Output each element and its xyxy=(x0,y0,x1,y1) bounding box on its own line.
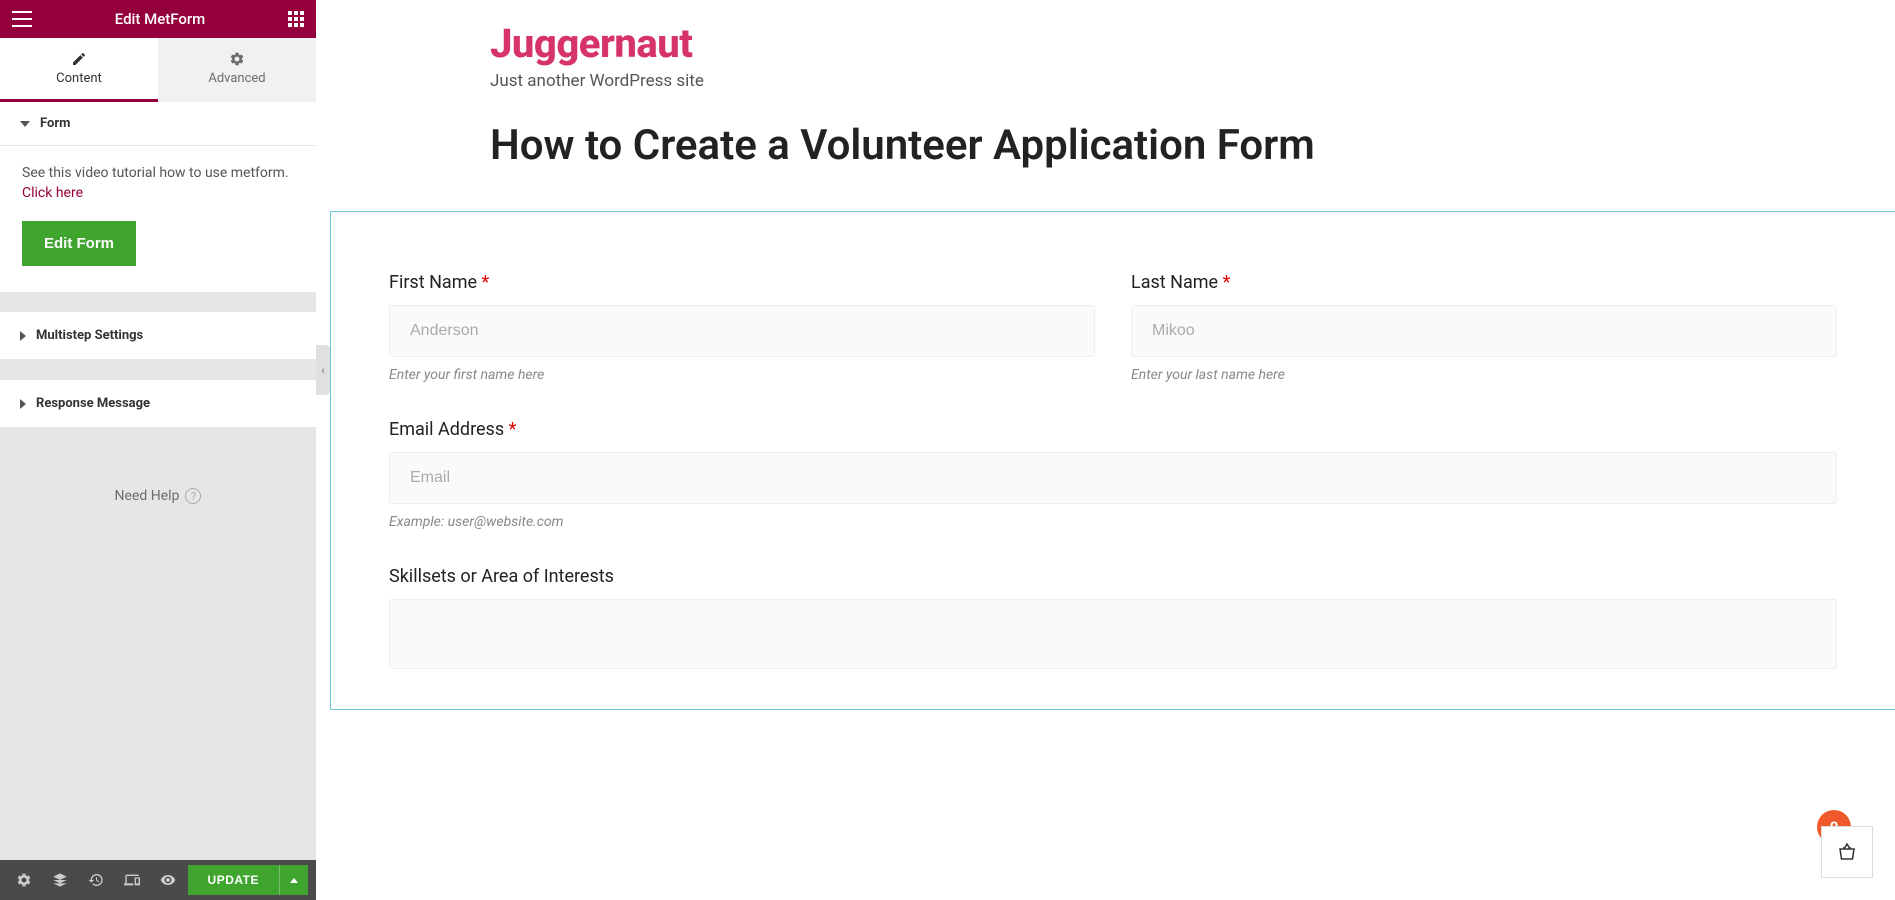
last-name-label: Last Name * xyxy=(1131,272,1837,293)
collapse-sidebar-handle[interactable]: ‹ xyxy=(316,345,330,395)
layers-icon xyxy=(52,872,68,888)
last-name-help: Enter your last name here xyxy=(1131,367,1837,383)
email-label: Email Address * xyxy=(389,419,1837,440)
history-icon xyxy=(88,872,104,888)
responsive-button[interactable] xyxy=(116,864,148,896)
spacer xyxy=(0,360,316,380)
first-name-label: First Name * xyxy=(389,272,1095,293)
form-panel-body: See this video tutorial how to use metfo… xyxy=(0,146,316,292)
spacer xyxy=(0,292,316,312)
tab-advanced-label: Advanced xyxy=(208,71,265,86)
sidebar-fill: Need Help ? xyxy=(0,428,316,860)
history-button[interactable] xyxy=(80,864,112,896)
site-tagline: Just another WordPress site xyxy=(490,71,1735,91)
last-name-input[interactable] xyxy=(1131,305,1837,357)
skills-label: Skillsets or Area of Interests xyxy=(389,566,1837,587)
multistep-settings-row[interactable]: Multistep Settings xyxy=(0,312,316,360)
response-label: Response Message xyxy=(36,396,150,411)
edit-form-button[interactable]: Edit Form xyxy=(22,221,136,266)
settings-button[interactable] xyxy=(8,864,40,896)
chevron-right-icon xyxy=(20,331,26,341)
menu-icon[interactable] xyxy=(12,11,32,27)
tab-content-label: Content xyxy=(56,71,102,86)
panel-form: Form See this video tutorial how to use … xyxy=(0,102,316,292)
chevron-right-icon xyxy=(20,399,26,409)
caret-up-icon xyxy=(290,878,298,883)
preview-button[interactable] xyxy=(152,864,184,896)
update-options-button[interactable] xyxy=(279,865,308,895)
response-message-row[interactable]: Response Message xyxy=(0,380,316,428)
email-help: Example: user@website.com xyxy=(389,514,1837,530)
last-name-field-group: Last Name * Enter your last name here xyxy=(1131,272,1837,383)
required-asterisk: * xyxy=(482,272,490,293)
sidebar-tabs: Content Advanced xyxy=(0,38,316,102)
tutorial-link[interactable]: Click here xyxy=(22,185,83,201)
skills-field-group: Skillsets or Area of Interests xyxy=(389,566,1837,669)
gear-icon xyxy=(16,872,32,888)
apps-icon[interactable] xyxy=(288,11,304,27)
tab-advanced[interactable]: Advanced xyxy=(158,38,316,102)
need-help-link[interactable]: Need Help ? xyxy=(115,488,202,504)
skills-input[interactable] xyxy=(389,599,1837,669)
form-heading[interactable]: Form xyxy=(0,102,316,146)
tab-content[interactable]: Content xyxy=(0,38,158,102)
email-field-group: Email Address * Example: user@website.co… xyxy=(389,419,1837,530)
first-name-field-group: First Name * Enter your first name here xyxy=(389,272,1095,383)
sidebar-title: Edit MetForm xyxy=(115,10,205,28)
required-asterisk: * xyxy=(1223,272,1231,293)
pencil-icon xyxy=(71,51,87,67)
devices-icon xyxy=(124,872,140,888)
sidebar-header: Edit MetForm xyxy=(0,0,316,38)
site-title: Juggernaut xyxy=(490,20,1735,67)
chevron-down-icon xyxy=(20,121,30,127)
footer-bar: UPDATE xyxy=(0,860,316,900)
multistep-label: Multistep Settings xyxy=(36,328,143,343)
gear-icon xyxy=(229,51,245,67)
form-container[interactable]: First Name * Enter your first name here … xyxy=(330,211,1895,710)
update-button[interactable]: UPDATE xyxy=(188,865,279,895)
email-input[interactable] xyxy=(389,452,1837,504)
editor-sidebar: Edit MetForm Content Advanced Form See t… xyxy=(0,0,316,900)
update-group: UPDATE xyxy=(188,865,308,895)
site-header: Juggernaut Just another WordPress site xyxy=(330,0,1895,101)
first-name-input[interactable] xyxy=(389,305,1095,357)
required-asterisk: * xyxy=(509,419,517,440)
navigator-button[interactable] xyxy=(44,864,76,896)
first-name-help: Enter your first name here xyxy=(389,367,1095,383)
basket-icon xyxy=(1835,840,1859,864)
eye-icon xyxy=(160,872,176,888)
form-heading-label: Form xyxy=(40,116,70,131)
tutorial-text: See this video tutorial how to use metfo… xyxy=(22,164,294,203)
form-row-names: First Name * Enter your first name here … xyxy=(389,272,1837,383)
need-help-label: Need Help xyxy=(115,488,180,504)
preview-canvas: Juggernaut Just another WordPress site H… xyxy=(330,0,1895,900)
help-icon: ? xyxy=(185,488,201,504)
page-title: How to Create a Volunteer Application Fo… xyxy=(330,101,1895,211)
cart-button[interactable] xyxy=(1821,826,1873,878)
